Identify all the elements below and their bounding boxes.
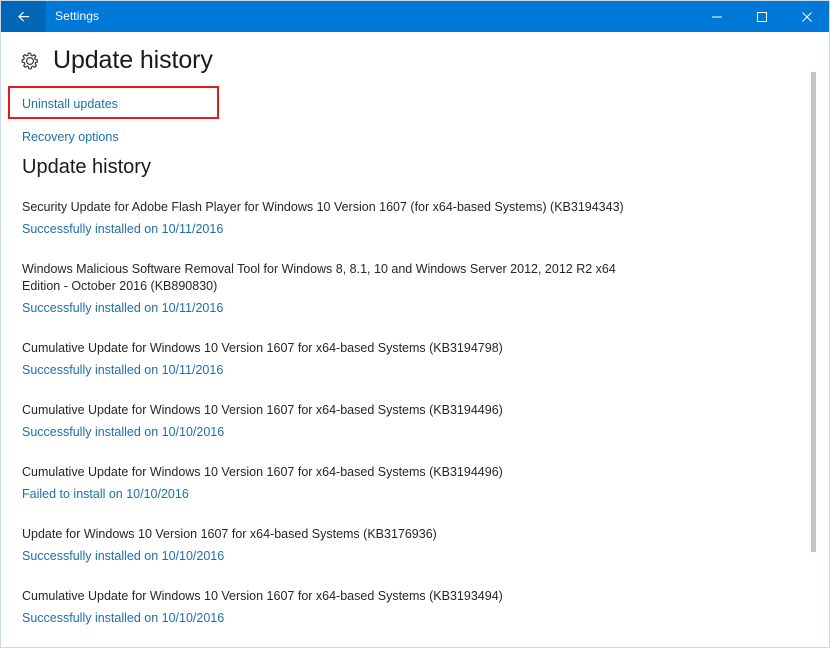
update-status[interactable]: Successfully installed on 10/11/2016 [22,221,829,238]
update-history-list: Security Update for Adobe Flash Player f… [1,199,829,647]
recovery-options-row: Recovery options [22,128,119,146]
minimize-icon [711,11,723,23]
close-button[interactable] [784,1,829,32]
back-arrow-icon [16,9,32,25]
close-icon [801,11,813,23]
uninstall-updates-link[interactable]: Uninstall updates [22,97,118,111]
maximize-icon [756,11,768,23]
page-header: Update history [1,32,829,73]
update-status[interactable]: Successfully installed on 10/11/2016 [22,300,829,317]
update-status[interactable]: Successfully installed on 10/11/2016 [22,362,829,379]
section-title: Update history [1,157,829,177]
settings-content: Update history Uninstall updates Recover… [1,32,829,647]
maximize-button[interactable] [739,1,784,32]
scrollbar[interactable] [813,32,827,647]
window-controls [694,1,829,32]
update-name: Security Update for Adobe Flash Player f… [22,199,647,216]
update-name: Cumulative Update for Windows 10 Version… [22,402,647,419]
list-item: Cumulative Update for Windows 10 Version… [1,588,829,627]
gear-icon [19,50,41,72]
scrollbar-thumb[interactable] [811,72,816,552]
update-status[interactable]: Failed to install on 10/10/2016 [22,486,829,503]
window-title: Settings [55,1,99,32]
list-item: Windows Malicious Software Removal Tool … [1,261,829,317]
update-name: Cumulative Update for Windows 10 Version… [22,340,647,357]
update-name: Cumulative Update for Windows 10 Version… [22,588,647,605]
settings-window: Settings [0,0,830,648]
back-button[interactable] [1,1,46,32]
update-status[interactable]: Successfully installed on 10/10/2016 [22,548,829,565]
update-status[interactable]: Successfully installed on 10/10/2016 [22,424,829,441]
list-item: Security Update for Adobe Flash Player f… [1,199,829,238]
list-item: Update for Windows 10 Version 1607 for x… [1,526,829,565]
uninstall-updates-row: Uninstall updates [22,95,118,113]
update-status[interactable]: Successfully installed on 10/10/2016 [22,610,829,627]
list-item: Cumulative Update for Windows 10 Version… [1,340,829,379]
page-title: Update history [53,48,213,73]
update-name: Windows Malicious Software Removal Tool … [22,261,647,295]
list-item: Cumulative Update for Windows 10 Version… [1,464,829,503]
update-name: Update for Windows 10 Version 1607 for x… [22,526,647,543]
minimize-button[interactable] [694,1,739,32]
list-item: Cumulative Update for Windows 10 Version… [1,402,829,441]
update-name: Cumulative Update for Windows 10 Version… [22,464,647,481]
title-bar: Settings [1,1,829,32]
recovery-options-link[interactable]: Recovery options [22,130,119,144]
update-history-section: Update history Security Update for Adobe… [1,157,829,647]
